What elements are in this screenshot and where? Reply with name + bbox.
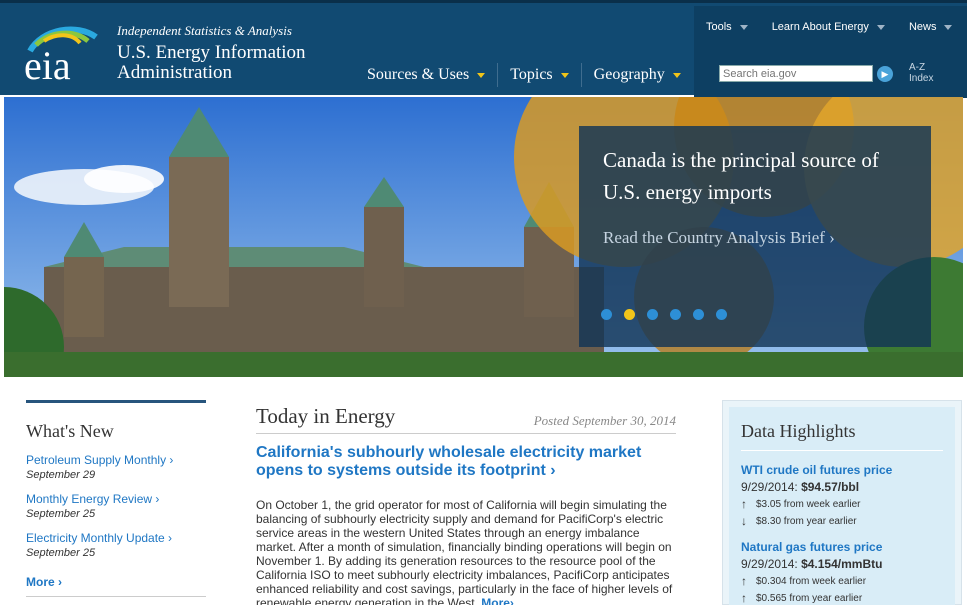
whats-new-link[interactable]: Petroleum Supply Monthly › [26, 453, 206, 467]
site-header: eia Independent Statistics & Analysis U.… [0, 0, 967, 98]
highlight-week-change: ↑ $3.05 from week earlier [741, 497, 943, 511]
slide-dot-3[interactable] [647, 309, 658, 320]
data-highlights-section: Data Highlights WTI crude oil futures pr… [722, 400, 962, 605]
util-learn-label: Learn About Energy [771, 21, 869, 33]
highlight-label[interactable]: WTI crude oil futures price [741, 463, 943, 477]
slide-dots [601, 309, 739, 320]
highlight-price: 9/29/2014: $4.154/mmBtu [741, 557, 943, 571]
whats-new-link[interactable]: Electricity Monthly Update › [26, 531, 206, 545]
article-body: On October 1, the grid operator for most… [256, 498, 676, 605]
nav-sources-uses-label: Sources & Uses [367, 66, 470, 83]
eia-logo[interactable]: eia [22, 21, 104, 88]
highlight-value: $4.154/mmBtu [801, 557, 883, 571]
highlight-week-change: ↑ $0.304 from week earlier [741, 574, 943, 588]
nav-geography-label: Geography [593, 66, 665, 83]
highlight-year-text: $8.30 from year earlier [756, 515, 857, 527]
site-name-line1: U.S. Energy Information [117, 42, 306, 63]
az-index-line1: A-Z [909, 62, 926, 73]
today-in-energy-header: Today in Energy Posted September 30, 201… [256, 404, 676, 434]
logo-text: eia [24, 43, 71, 85]
nav-sources-uses[interactable]: Sources & Uses [355, 63, 497, 87]
highlight-label[interactable]: Natural gas futures price [741, 540, 943, 554]
hero-title[interactable]: Canada is the principal source of U.S. e… [603, 144, 907, 208]
site-name-line2: Administration [117, 62, 233, 83]
az-index-line2: Index [909, 73, 934, 84]
caret-down-icon [739, 24, 748, 30]
main-nav: Sources & Uses Topics Geography [355, 63, 693, 87]
today-in-energy-section: Today in Energy Posted September 30, 201… [256, 404, 676, 605]
hero-caption-panel: Canada is the principal source of U.S. e… [579, 126, 931, 347]
highlight-price: 9/29/2014: $94.57/bbl [741, 480, 943, 494]
caret-down-icon [560, 72, 569, 78]
caret-down-icon [477, 72, 486, 78]
util-tools-label: Tools [706, 21, 732, 33]
utility-nav: Tools Learn About Energy News [694, 21, 964, 33]
highlight-item: WTI crude oil futures price 9/29/2014: $… [741, 463, 943, 528]
highlight-item: Natural gas futures price 9/29/2014: $4.… [741, 540, 943, 605]
highlight-year-text: $0.565 from year earlier [756, 592, 863, 604]
today-in-energy-title[interactable]: Today in Energy [256, 404, 395, 429]
slide-dot-1[interactable] [601, 309, 612, 320]
data-highlights-panel: Data Highlights WTI crude oil futures pr… [729, 407, 955, 605]
slide-dot-2[interactable] [624, 309, 635, 320]
caret-down-icon [876, 24, 885, 30]
arrow-up-icon: ↑ [741, 591, 747, 605]
utility-bar: Tools Learn About Energy News ▶ A-Z Inde… [694, 6, 967, 98]
whats-new-date: September 29 [26, 469, 96, 481]
az-index-link[interactable]: A-Z Index [909, 62, 933, 84]
nav-topics[interactable]: Topics [497, 63, 580, 87]
highlight-week-text: $3.05 from week earlier [756, 498, 861, 510]
hero-slideshow[interactable]: Canada is the principal source of U.S. e… [4, 97, 963, 377]
highlight-date: 9/29/2014: [741, 480, 798, 494]
arrow-down-icon: ↓ [741, 514, 747, 528]
arrow-up-icon: ↑ [741, 574, 747, 588]
posted-date: Posted September 30, 2014 [533, 413, 676, 428]
list-item: Petroleum Supply Monthly › September 29 [26, 453, 206, 481]
data-highlights-title: Data Highlights [741, 421, 943, 451]
util-news[interactable]: News [897, 21, 965, 33]
list-item: Monthly Energy Review › September 25 [26, 492, 206, 520]
highlight-year-change: ↑ $0.565 from year earlier [741, 591, 943, 605]
whats-new-section: What's New Petroleum Supply Monthly › Se… [26, 400, 206, 589]
list-item: Electricity Monthly Update › September 2… [26, 531, 206, 559]
brand-block[interactable]: Independent Statistics & Analysis U.S. E… [117, 23, 306, 83]
util-learn-about-energy[interactable]: Learn About Energy [760, 21, 897, 33]
article-headline[interactable]: California's subhourly wholesale electri… [256, 444, 676, 480]
nav-topics-label: Topics [510, 66, 553, 83]
whats-new-date: September 25 [26, 547, 96, 559]
site-tagline: Independent Statistics & Analysis [117, 23, 292, 38]
highlight-year-change: ↓ $8.30 from year earlier [741, 514, 943, 528]
nav-geography[interactable]: Geography [580, 63, 693, 87]
arrow-up-icon: ↑ [741, 497, 747, 511]
whats-new-link[interactable]: Monthly Energy Review › [26, 492, 206, 506]
slide-dot-5[interactable] [693, 309, 704, 320]
util-news-label: News [908, 21, 937, 33]
caret-down-icon [944, 24, 953, 30]
highlight-date: 9/29/2014: [741, 557, 798, 571]
slide-dot-6[interactable] [716, 309, 727, 320]
divider [26, 596, 206, 597]
highlight-week-text: $0.304 from week earlier [756, 575, 867, 587]
whats-new-more-link[interactable]: More › [26, 575, 206, 589]
whats-new-title: What's New [26, 421, 114, 441]
caret-down-icon [672, 72, 681, 78]
util-tools[interactable]: Tools [694, 21, 760, 33]
search-input[interactable] [719, 65, 873, 82]
whats-new-date: September 25 [26, 508, 96, 520]
hero-link[interactable]: Read the Country Analysis Brief › [603, 228, 907, 248]
slide-dot-4[interactable] [670, 309, 681, 320]
article-more-link[interactable]: More› [481, 596, 514, 605]
article-body-text: On October 1, the grid operator for most… [256, 498, 673, 605]
highlight-value: $94.57/bbl [801, 480, 860, 494]
search-go-icon[interactable]: ▶ [877, 66, 893, 82]
